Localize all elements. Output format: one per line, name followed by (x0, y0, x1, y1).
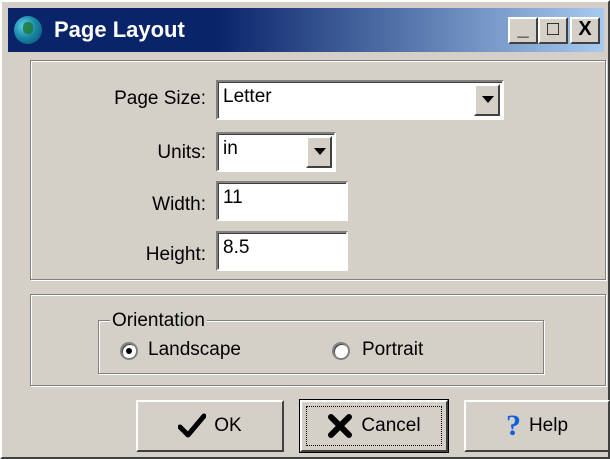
maximize-icon: □ (546, 18, 560, 40)
cancel-label: Cancel (361, 415, 421, 436)
help-button[interactable]: ? Help (464, 400, 610, 452)
title-bar[interactable]: Page Layout _ □ X (8, 8, 604, 52)
height-input[interactable]: 8.5 (216, 231, 348, 271)
portrait-radio[interactable] (332, 342, 350, 360)
page-size-dropdown-button[interactable] (474, 84, 500, 116)
landscape-label[interactable]: Landscape (148, 339, 241, 361)
chevron-down-icon (314, 148, 326, 155)
maximize-button[interactable]: □ (538, 17, 568, 44)
units-dropdown-button[interactable] (306, 136, 332, 168)
page-size-select[interactable]: Letter (216, 80, 504, 120)
minimize-button[interactable]: _ (508, 17, 538, 44)
portrait-label[interactable]: Portrait (362, 339, 423, 361)
close-button[interactable]: X (570, 17, 600, 44)
x-icon (328, 414, 353, 438)
close-icon: X (578, 18, 592, 40)
units-select[interactable]: in (216, 132, 336, 172)
width-label: Width: (152, 194, 206, 215)
question-mark-icon: ? (505, 409, 521, 442)
help-label: Help (528, 415, 569, 436)
minimize-icon: _ (517, 18, 529, 40)
checkmark-icon (178, 413, 207, 438)
height-label: Height: (145, 244, 206, 265)
page-layout-dialog: Page Layout _ □ X Page Size: Letter Unit… (0, 0, 610, 459)
height-value: 8.5 (223, 237, 250, 258)
landscape-radio[interactable] (120, 342, 138, 360)
cancel-button[interactable]: Cancel (299, 399, 449, 453)
window-title: Page Layout (54, 17, 185, 42)
ok-label: OK (214, 415, 242, 436)
globe-icon (14, 16, 42, 44)
units-label: Units: (157, 142, 206, 163)
page-size-value: Letter (223, 86, 272, 107)
units-value: in (223, 138, 238, 159)
ok-button[interactable]: OK (136, 400, 284, 452)
width-value: 11 (223, 187, 243, 208)
width-input[interactable]: 11 (216, 181, 348, 221)
orientation-legend: Orientation (110, 310, 207, 332)
chevron-down-icon (482, 96, 494, 103)
page-size-label: Page Size: (114, 88, 206, 109)
